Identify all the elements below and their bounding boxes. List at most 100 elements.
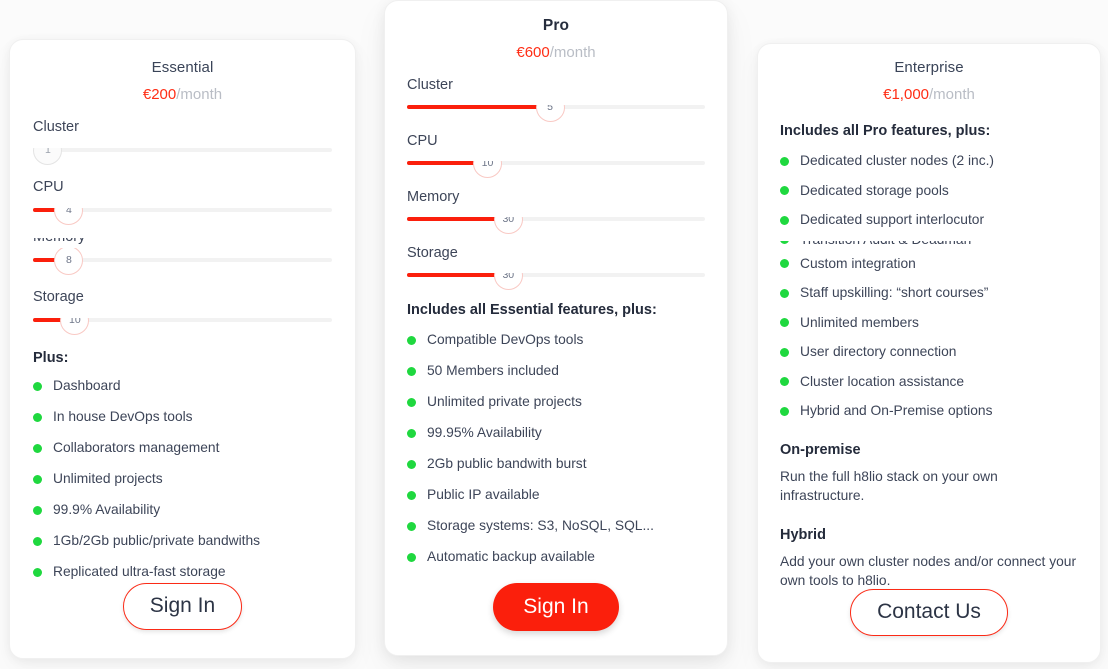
list-item: Staff upskilling: “short courses” <box>780 284 1078 302</box>
feature-label: Unlimited members <box>800 314 919 330</box>
feature-label: Transition Audit & Deadman <box>800 241 971 249</box>
slider-memory: Memory 30 <box>407 188 705 234</box>
slider-track-memory[interactable]: 30 <box>407 204 705 234</box>
slider-label-memory: Memory <box>33 238 332 248</box>
slider-track-storage[interactable]: 30 <box>407 260 705 290</box>
contact-us-button[interactable]: Contact Us <box>850 589 1008 636</box>
plan-title-essential: Essential <box>151 59 214 76</box>
sign-in-button-essential[interactable]: Sign In <box>122 583 243 630</box>
slider-track-cpu[interactable]: 10 <box>407 148 705 178</box>
plan-card-pro: Pro €600/month Cluster 5 CPU 10 Memory 3… <box>384 0 728 656</box>
slider-cluster: Cluster 1 <box>33 118 332 165</box>
list-item: In house DevOps tools <box>33 408 332 426</box>
feature-label: 99.95% Availability <box>427 425 542 440</box>
list-item: 99.9% Availability <box>33 501 332 519</box>
slider-label-memory: Memory <box>407 188 705 217</box>
slider-track-cpu[interactable]: 4 <box>33 195 332 225</box>
price-amount: €1,000 <box>883 86 930 103</box>
section-title-hybrid: Hybrid <box>780 527 826 543</box>
check-dot-icon <box>780 215 789 225</box>
list-item: 2Gb public bandwith burst <box>407 455 705 473</box>
check-dot-icon <box>407 428 416 438</box>
plan-price-pro: €600/month <box>407 43 705 63</box>
check-dot-icon <box>780 377 789 386</box>
check-dot-icon <box>780 347 789 357</box>
plan-card-enterprise: Enterprise €1,000/month Includes all Pro… <box>757 43 1101 663</box>
feature-label: Automatic backup available <box>427 549 595 564</box>
list-item: Storage systems: S3, NoSQL, SQL... <box>407 517 705 535</box>
list-item: Dedicated cluster nodes (2 inc.) <box>780 152 1078 170</box>
slider-fill-cluster <box>407 105 551 109</box>
slider-track-cluster[interactable]: 1 <box>33 135 332 165</box>
slider-track-cluster[interactable]: 5 <box>407 92 705 122</box>
slider-label-cluster: Cluster <box>33 118 332 148</box>
price-period: /month <box>176 86 223 103</box>
section-on-premise: On-premise Run the full h8lio stack on y… <box>780 440 1078 505</box>
slider-cpu: CPU 10 <box>407 132 705 178</box>
list-item: 1Gb/2Gb public/private bandwiths <box>33 532 332 550</box>
list-item: Hybrid and On-Premise options <box>780 402 1078 420</box>
list-item: Collaborators management <box>33 439 332 457</box>
price-period: /month <box>929 86 975 103</box>
slider-label-cpu: CPU <box>407 132 705 161</box>
plan-price-enterprise: €1,000/month <box>780 85 1078 105</box>
list-item: Automatic backup available <box>407 548 705 566</box>
feature-label: Collaborators management <box>53 440 220 455</box>
pricing-plans-container: Essential €200/month Cluster 1 CPU 4 M <box>0 0 1108 669</box>
feature-label: 1Gb/2Gb public/private bandwiths <box>53 533 261 548</box>
list-item: Dashboard <box>33 377 332 395</box>
check-dot-icon <box>407 335 416 345</box>
feature-label: Hybrid and On-Premise options <box>800 403 993 418</box>
features-heading-pro: Includes all Essential features, plus: <box>407 302 657 318</box>
slider-track-memory[interactable]: 8 <box>33 245 332 275</box>
feature-label: Dedicated support interlocutor <box>800 212 985 227</box>
slider-group-pro: Cluster 5 CPU 10 Memory 30 Storage 30 <box>407 76 705 290</box>
feature-label: Custom integration <box>800 255 916 271</box>
slider-track-storage[interactable]: 10 <box>33 305 332 335</box>
check-dot-icon <box>780 318 789 327</box>
slider-cpu: CPU 4 <box>33 178 332 225</box>
feature-label: Dedicated cluster nodes (2 inc.) <box>800 153 995 168</box>
slider-group-essential: Cluster 1 CPU 4 Memory 8 <box>33 118 332 335</box>
cta-wrap-enterprise: Contact Us <box>758 589 1100 636</box>
check-dot-icon <box>407 552 416 562</box>
feature-label: 2Gb public bandwith burst <box>427 456 587 471</box>
list-item: Unlimited projects <box>33 470 332 488</box>
check-dot-icon <box>407 521 416 531</box>
check-dot-icon <box>780 259 789 268</box>
slider-thumb-memory[interactable]: 8 <box>54 245 84 275</box>
list-item: Dedicated support interlocutor <box>780 211 1078 229</box>
cta-wrap-essential: Sign In <box>10 583 355 630</box>
price-amount: €600 <box>516 44 550 61</box>
feature-label: In house DevOps tools <box>53 409 193 424</box>
cta-wrap-pro: Sign In <box>385 583 727 631</box>
feature-label: 50 Members included <box>427 363 559 378</box>
list-item-clipped: Transition Audit & Deadman <box>780 240 1078 249</box>
slider-label-storage: Storage <box>33 288 332 318</box>
features-heading-enterprise: Includes all Pro features, plus: <box>780 123 991 139</box>
list-item: 99.95% Availability <box>407 424 705 442</box>
check-dot-icon <box>780 406 789 416</box>
sign-in-button-pro[interactable]: Sign In <box>493 583 619 631</box>
feature-label: Unlimited projects <box>53 471 163 486</box>
feature-label: Cluster location assistance <box>800 373 965 389</box>
list-item: Unlimited members <box>780 313 1078 332</box>
section-body-on-premise: Run the full h8lio stack on your own inf… <box>780 469 998 503</box>
check-dot-icon <box>33 412 42 422</box>
plan-price-essential: €200/month <box>33 85 332 105</box>
list-item: 50 Members included <box>407 362 705 380</box>
check-dot-icon <box>33 474 42 484</box>
price-period: /month <box>549 44 596 61</box>
check-dot-icon <box>33 443 42 453</box>
plan-card-essential: Essential €200/month Cluster 1 CPU 4 M <box>9 39 356 659</box>
section-title-on-premise: On-premise <box>780 442 861 458</box>
feature-list-enterprise: Dedicated cluster nodes (2 inc.) Dedicat… <box>780 152 1078 420</box>
plan-title-enterprise: Enterprise <box>894 59 964 76</box>
check-dot-icon <box>780 288 789 298</box>
feature-label: Dedicated storage pools <box>800 182 949 198</box>
list-item: User directory connection <box>780 343 1078 361</box>
feature-list-essential: Dashboard In house DevOps tools Collabor… <box>33 377 332 581</box>
list-item: Replicated ultra-fast storage <box>33 563 332 581</box>
feature-label: Storage systems: S3, NoSQL, SQL... <box>427 518 654 533</box>
check-dot-icon <box>33 536 42 546</box>
